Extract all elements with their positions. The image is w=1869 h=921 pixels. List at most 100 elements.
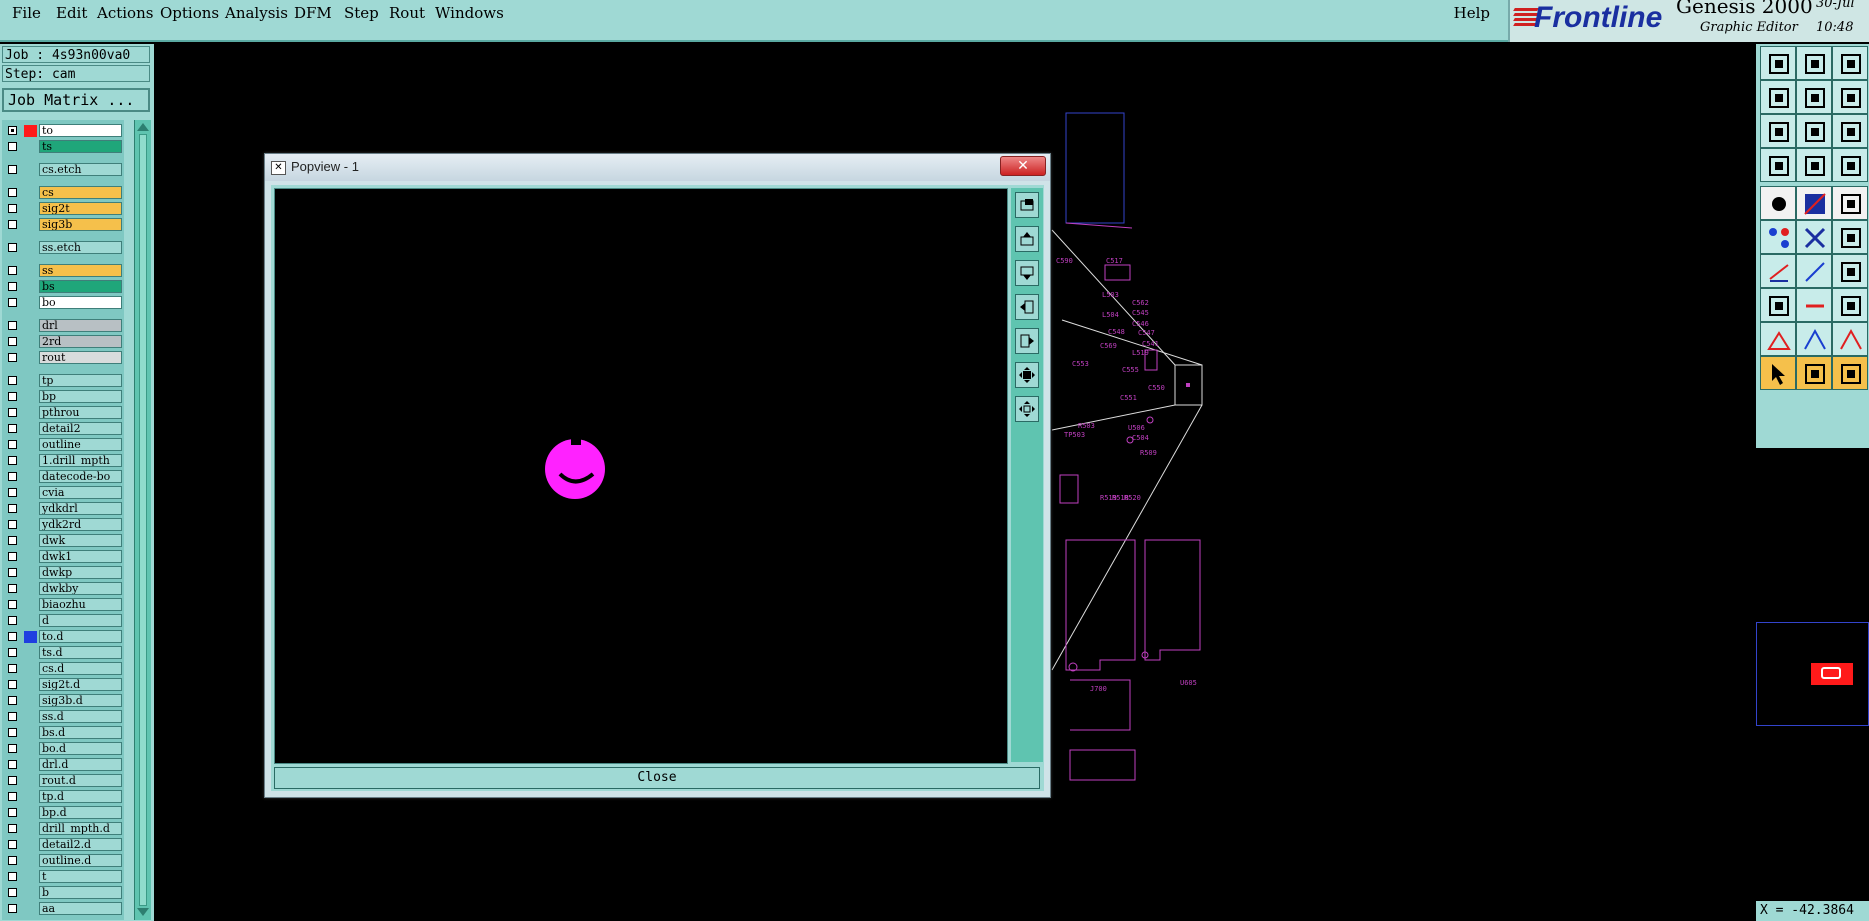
layer-name[interactable]: 1.drill_mpth [39,454,122,467]
layer-name[interactable]: datecode-bo [39,470,122,483]
layer-name[interactable]: tp [39,374,122,387]
layer-name[interactable]: detail2 [39,422,122,435]
zoom-out-icon[interactable] [1015,396,1039,422]
layer-checkbox[interactable] [8,408,17,417]
layer-name[interactable]: sig2t [39,202,122,215]
layer-row[interactable]: cs [2,186,124,200]
line-red-icon[interactable] [1760,254,1796,288]
snap-icon[interactable] [1832,148,1868,182]
layer-checkbox[interactable] [8,424,17,433]
menu-file[interactable]: File [12,4,41,22]
layer-name[interactable]: sig2t.d [39,678,122,691]
move-up-icon[interactable] [1015,226,1039,252]
layer-name[interactable]: pthrou [39,406,122,419]
layer-name[interactable]: dwk [39,534,122,547]
layer-name[interactable]: rout.d [39,774,122,787]
layer-name[interactable]: bs [39,280,122,293]
menu-step[interactable]: Step [344,4,379,22]
layer-checkbox[interactable] [8,298,17,307]
popview-titlebar[interactable]: ✕ Popview - 1 ✕ [265,154,1050,181]
layer-name[interactable]: sig3b [39,218,122,231]
move-right-icon[interactable] [1015,328,1039,354]
layer-checkbox[interactable] [8,904,17,913]
layer-checkbox[interactable] [8,808,17,817]
layer-checkbox[interactable] [8,872,17,881]
layer-checkbox[interactable] [8,584,17,593]
zoom-in-icon[interactable] [1760,114,1796,148]
layer-checkbox[interactable] [8,616,17,625]
node-icon[interactable] [1760,220,1796,254]
layer-checkbox[interactable] [8,520,17,529]
layer-name[interactable]: tp.d [39,790,122,803]
window-close-icon[interactable]: ✕ [1000,156,1046,176]
select-extra-icon[interactable] [1832,356,1868,390]
layer-row[interactable]: ss.d [2,710,124,724]
layer-row[interactable]: b [2,886,124,900]
layer-checkbox[interactable] [8,126,17,135]
layer-checkbox[interactable] [8,488,17,497]
settings-icon[interactable] [1760,148,1796,182]
layer-row[interactable]: ss [2,264,124,278]
layer-row[interactable]: d [2,614,124,628]
layer-row[interactable]: tp [2,374,124,388]
layer-checkbox[interactable] [8,472,17,481]
layer-row[interactable]: sig2t [2,202,124,216]
layer-checkbox[interactable] [8,165,17,174]
layer-row[interactable]: datecode-bo [2,470,124,484]
layer-checkbox[interactable] [8,142,17,151]
layer-name[interactable]: cs.etch [39,163,122,176]
layer-name[interactable]: ss.d [39,710,122,723]
layer-row[interactable]: 2rd [2,335,124,349]
pan-right-icon[interactable] [1796,80,1832,114]
triangle-icon[interactable] [1760,322,1796,356]
layer-row[interactable]: bp.d [2,806,124,820]
overview-map[interactable] [1756,622,1869,726]
popview-canvas[interactable] [274,188,1008,764]
layer-checkbox[interactable] [8,456,17,465]
layer-checkbox[interactable] [8,744,17,753]
layer-row[interactable]: dwkp [2,566,124,580]
layer-checkbox[interactable] [8,282,17,291]
layer-name[interactable]: outline.d [39,854,122,867]
layer-name[interactable]: sig3b.d [39,694,122,707]
pad-icon[interactable] [1760,186,1796,220]
layer-name[interactable]: cs.d [39,662,122,675]
layer-name[interactable]: to.d [39,630,122,643]
layer-name[interactable]: ts [39,140,122,153]
bracket-icon[interactable] [1832,288,1868,322]
layer-row[interactable]: dwk [2,534,124,548]
scroll-down-icon[interactable] [137,908,149,916]
layer-name[interactable]: dwkp [39,566,122,579]
scroll-track[interactable] [139,134,147,906]
point-icon[interactable] [1832,220,1868,254]
layer-name[interactable]: drl.d [39,758,122,771]
menu-analysis[interactable]: Analysis [225,4,288,22]
cross-icon[interactable] [1796,220,1832,254]
layer-row[interactable]: rout [2,351,124,365]
layer-checkbox[interactable] [8,728,17,737]
layer-row[interactable]: t [2,870,124,884]
pcb-board-view[interactable]: C590 C517 L503 C562 C545 L504 C546 C548 … [1040,110,1280,810]
menu-help[interactable]: Help [1454,4,1490,22]
layer-name[interactable]: ts.d [39,646,122,659]
zoom-out-icon[interactable] [1796,114,1832,148]
layer-row[interactable]: pthrou [2,406,124,420]
layer-name[interactable]: dwkby [39,582,122,595]
layer-checkbox[interactable] [8,376,17,385]
layer-checkbox[interactable] [8,266,17,275]
layer-checkbox[interactable] [8,220,17,229]
layer-row[interactable]: bo.d [2,742,124,756]
ruler-icon[interactable] [1832,186,1868,220]
pan-left-icon[interactable] [1760,80,1796,114]
layer-color-icon[interactable] [1796,186,1832,220]
layer-scrollbar[interactable] [134,120,151,920]
layer-name[interactable]: ss.etch [39,241,122,254]
layer-checkbox[interactable] [8,321,17,330]
layer-name[interactable]: biaozhu [39,598,122,611]
layer-row[interactable]: drl [2,319,124,333]
layer-row[interactable]: outline [2,438,124,452]
layer-name[interactable]: ydkdrl [39,502,122,515]
layer-checkbox[interactable] [8,696,17,705]
zoom-window-icon[interactable] [1832,80,1868,114]
zoom-home-icon[interactable] [1015,192,1039,218]
